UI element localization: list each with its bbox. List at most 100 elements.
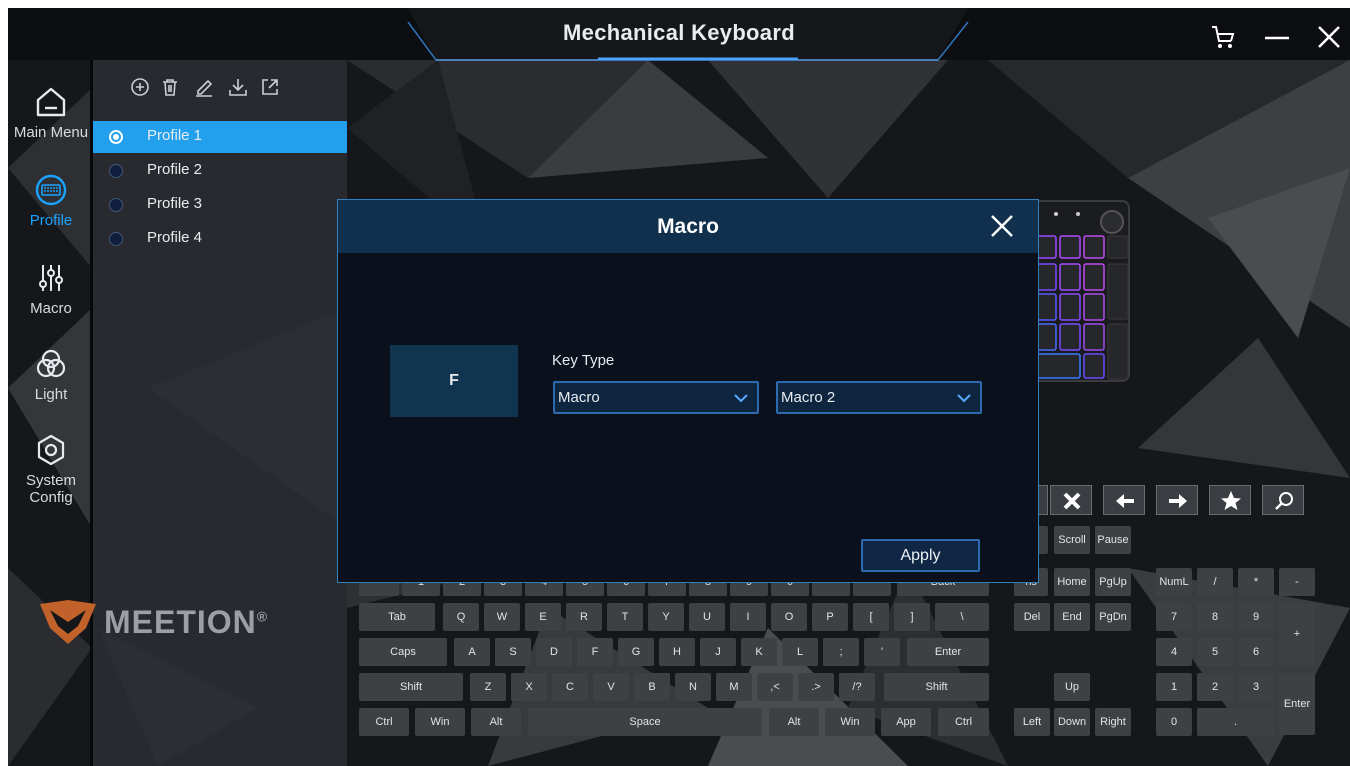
macro-select[interactable]: Macro 2: [776, 381, 982, 414]
key[interactable]: Shift: [884, 673, 989, 701]
key[interactable]: PgDn: [1095, 603, 1131, 631]
key[interactable]: 7: [1156, 603, 1192, 631]
key[interactable]: Alt: [769, 708, 819, 736]
delete-icon[interactable]: [159, 76, 181, 98]
favorite-button[interactable]: [1209, 485, 1251, 515]
export-icon[interactable]: [259, 76, 281, 98]
key[interactable]: Y: [648, 603, 684, 631]
key[interactable]: -: [1279, 568, 1315, 596]
key[interactable]: Win: [825, 708, 875, 736]
key[interactable]: 9: [1238, 603, 1274, 631]
key[interactable]: /: [1197, 568, 1233, 596]
profile-item[interactable]: Profile 2: [93, 155, 347, 187]
key[interactable]: Scroll: [1054, 526, 1090, 554]
key[interactable]: 1: [1156, 673, 1192, 701]
nav-main-menu[interactable]: Main Menu: [8, 84, 94, 141]
key[interactable]: ': [864, 638, 900, 666]
close-icon[interactable]: [988, 212, 1016, 240]
key[interactable]: E: [525, 603, 561, 631]
key[interactable]: L: [782, 638, 818, 666]
key[interactable]: R: [566, 603, 602, 631]
key[interactable]: Pause: [1095, 526, 1131, 554]
key[interactable]: A: [454, 638, 490, 666]
key[interactable]: 3: [1238, 673, 1274, 701]
key[interactable]: Del: [1014, 603, 1050, 631]
key-type-select[interactable]: Macro: [553, 381, 759, 414]
edit-icon[interactable]: [193, 76, 215, 98]
cart-icon[interactable]: [1208, 22, 1238, 52]
key[interactable]: \: [935, 603, 989, 631]
key[interactable]: Win: [415, 708, 465, 736]
key[interactable]: W: [484, 603, 520, 631]
search-button[interactable]: [1262, 485, 1304, 515]
key[interactable]: K: [741, 638, 777, 666]
nav-macro[interactable]: Macro: [8, 260, 94, 317]
key[interactable]: End: [1054, 603, 1090, 631]
key[interactable]: U: [689, 603, 725, 631]
nav-profile[interactable]: Profile: [8, 172, 94, 229]
key[interactable]: Left: [1014, 708, 1050, 736]
key[interactable]: D: [536, 638, 572, 666]
key[interactable]: Ctrl: [938, 708, 989, 736]
key[interactable]: Space: [528, 708, 762, 736]
key[interactable]: S: [495, 638, 531, 666]
key[interactable]: 4: [1156, 638, 1192, 666]
key[interactable]: N: [675, 673, 711, 701]
key[interactable]: O: [771, 603, 807, 631]
key[interactable]: Enter: [907, 638, 989, 666]
key[interactable]: [: [853, 603, 889, 631]
key[interactable]: T: [607, 603, 643, 631]
key[interactable]: Ctrl: [359, 708, 409, 736]
key[interactable]: +: [1279, 603, 1315, 665]
key[interactable]: Enter: [1279, 673, 1315, 735]
nav-light[interactable]: Light: [8, 346, 94, 403]
key[interactable]: M: [716, 673, 752, 701]
apply-button[interactable]: Apply: [861, 539, 980, 572]
key[interactable]: *: [1238, 568, 1274, 596]
key[interactable]: Right: [1095, 708, 1131, 736]
nav-system-config[interactable]: System Config: [8, 432, 94, 506]
key[interactable]: .>: [798, 673, 834, 701]
key[interactable]: Shift: [359, 673, 463, 701]
arrow-right-button[interactable]: [1156, 485, 1198, 515]
arrow-left-button[interactable]: [1103, 485, 1145, 515]
import-icon[interactable]: [227, 76, 249, 98]
profile-item[interactable]: Profile 1: [93, 121, 347, 153]
key[interactable]: App: [881, 708, 931, 736]
key[interactable]: ,<: [757, 673, 793, 701]
key[interactable]: Up: [1054, 673, 1090, 701]
key[interactable]: 0: [1156, 708, 1192, 736]
key[interactable]: Caps: [359, 638, 447, 666]
key[interactable]: X: [511, 673, 547, 701]
add-icon[interactable]: [129, 76, 151, 98]
key[interactable]: G: [618, 638, 654, 666]
key[interactable]: B: [634, 673, 670, 701]
key[interactable]: .: [1197, 708, 1274, 736]
key[interactable]: Z: [470, 673, 506, 701]
key[interactable]: 2: [1197, 673, 1233, 701]
close-icon[interactable]: [1314, 22, 1344, 52]
key[interactable]: NumL: [1156, 568, 1192, 596]
key[interactable]: Q: [443, 603, 479, 631]
key[interactable]: F: [577, 638, 613, 666]
key[interactable]: 5: [1197, 638, 1233, 666]
profile-item[interactable]: Profile 3: [93, 189, 347, 221]
key[interactable]: P: [812, 603, 848, 631]
key[interactable]: C: [552, 673, 588, 701]
key[interactable]: Tab: [359, 603, 435, 631]
key[interactable]: I: [730, 603, 766, 631]
key[interactable]: J: [700, 638, 736, 666]
key[interactable]: 6: [1238, 638, 1274, 666]
key[interactable]: Home: [1054, 568, 1090, 596]
key[interactable]: V: [593, 673, 629, 701]
minimize-icon[interactable]: [1262, 22, 1292, 52]
key[interactable]: Down: [1054, 708, 1090, 736]
key[interactable]: /?: [839, 673, 875, 701]
key[interactable]: PgUp: [1095, 568, 1131, 596]
key[interactable]: Alt: [471, 708, 521, 736]
key[interactable]: 8: [1197, 603, 1233, 631]
clear-button[interactable]: [1050, 485, 1092, 515]
profile-item[interactable]: Profile 4: [93, 223, 347, 255]
key[interactable]: ]: [894, 603, 930, 631]
key[interactable]: ;: [823, 638, 859, 666]
